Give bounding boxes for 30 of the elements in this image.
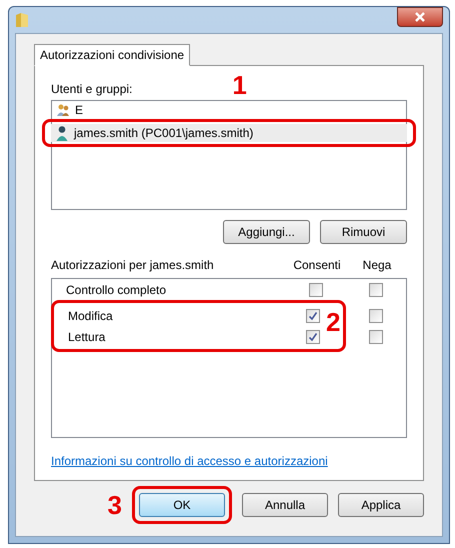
checkbox[interactable] xyxy=(306,308,320,322)
callout-number: 2 xyxy=(326,309,340,335)
user-list-item[interactable]: E xyxy=(52,101,406,119)
users-label: Utenti e gruppi: xyxy=(51,81,132,98)
permission-label: Controllo completo xyxy=(65,282,168,298)
close-icon xyxy=(414,12,426,22)
column-header: Consenti xyxy=(292,257,342,274)
callout-number: 3 xyxy=(108,492,122,518)
dialog-button[interactable]: Annulla xyxy=(242,493,328,517)
permission-label: Modifica xyxy=(67,308,114,324)
checkbox[interactable] xyxy=(306,330,320,344)
permissions-label: Autorizzazioni per james.smith xyxy=(51,257,215,274)
list-button[interactable]: Aggiungi... xyxy=(223,220,310,244)
permission-label: Lettura xyxy=(67,328,106,346)
user-list-item[interactable]: james.smith (PC001\james.smith) xyxy=(51,124,407,142)
checkbox[interactable] xyxy=(369,330,383,344)
user-group-icon xyxy=(56,103,70,117)
help-link[interactable]: Informazioni su controllo di accesso e autorizzazioni xyxy=(51,454,328,468)
checkbox[interactable] xyxy=(369,308,383,322)
column-header: Nega xyxy=(362,257,392,274)
checkbox[interactable] xyxy=(369,282,383,296)
list-button[interactable]: Rimuovi xyxy=(320,220,407,244)
dialog-button[interactable]: OK xyxy=(139,493,225,517)
user-icon xyxy=(55,125,69,141)
close-button[interactable] xyxy=(397,7,443,27)
tab[interactable]: Autorizzazioni condivisione xyxy=(34,44,190,66)
dialog-button[interactable]: Applica xyxy=(338,493,424,517)
checkbox[interactable] xyxy=(309,282,323,296)
callout-number: 1 xyxy=(232,72,247,98)
folder-icon xyxy=(15,12,29,28)
